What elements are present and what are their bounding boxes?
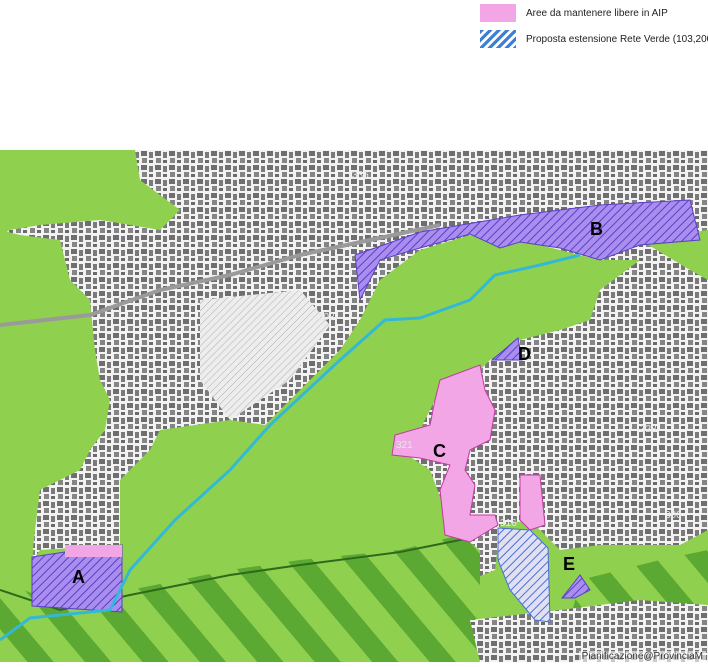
legend-item-rete-verde: Proposta estensione Rete Verde (103,200: [480, 30, 708, 48]
elevation-label: 321: [396, 440, 413, 451]
area-label-a: A: [72, 567, 85, 587]
elevation-label: 316: [500, 518, 517, 529]
area-label-b: B: [590, 219, 603, 239]
pink-swatch-icon: [480, 4, 516, 22]
area-a-aip: [65, 545, 122, 557]
blue-hatch-swatch-icon: [480, 30, 516, 48]
map-credit: Pianificazione@ProvinciaM: [578, 651, 706, 662]
elevation-label: 300: [665, 510, 682, 521]
area-c-strip: [519, 474, 546, 531]
map-canvas: 336 303 321 328 300 316 A B C D E: [0, 150, 708, 662]
elevation-label: 336: [352, 170, 369, 181]
area-label-d: D: [518, 344, 531, 364]
area-label-c: C: [433, 441, 446, 461]
legend-label-aip: Aree da mantenere libere in AIP: [526, 7, 668, 19]
legend-label-rete-verde: Proposta estensione Rete Verde (103,200: [526, 33, 708, 45]
legend-item-aip: Aree da mantenere libere in AIP: [480, 4, 668, 22]
area-label-e: E: [563, 554, 575, 574]
map-legend: Aree da mantenere libere in AIP Proposta…: [470, 0, 708, 120]
elevation-label: 328: [640, 424, 657, 435]
map-view[interactable]: 336 303 321 328 300 316 A B C D E: [0, 150, 708, 662]
elevation-label: 303: [318, 312, 335, 323]
